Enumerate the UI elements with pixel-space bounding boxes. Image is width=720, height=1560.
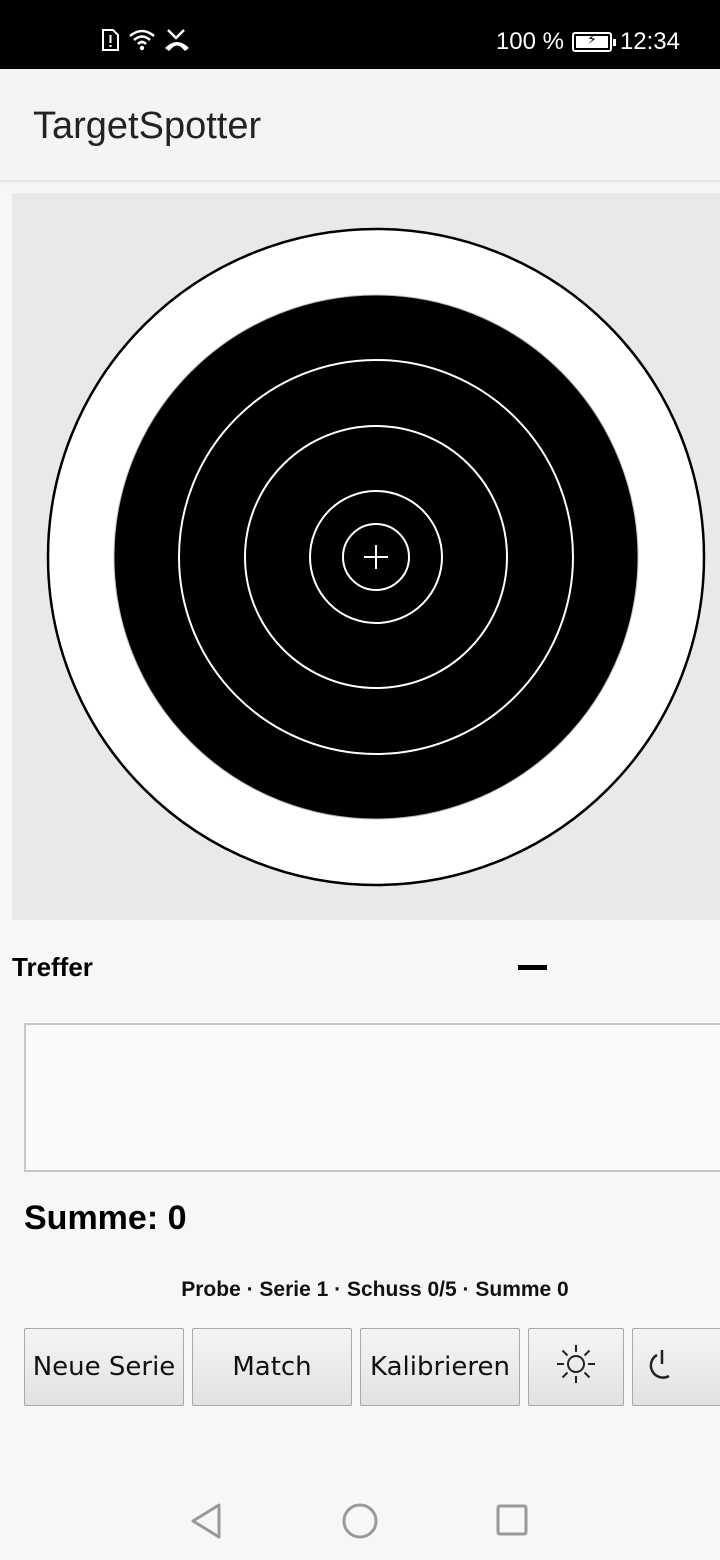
target-panel[interactable] — [12, 193, 720, 920]
sun-icon — [555, 1343, 597, 1392]
sim-alert-icon — [100, 28, 120, 57]
shooting-target[interactable] — [12, 193, 720, 920]
reset-button[interactable] — [632, 1328, 720, 1406]
back-icon[interactable] — [189, 1502, 223, 1545]
hits-list[interactable] — [24, 1023, 720, 1172]
power-reset-icon — [645, 1346, 679, 1389]
clock: 12:34 — [619, 28, 680, 55]
recents-icon[interactable] — [495, 1502, 529, 1545]
sum-label: Summe: 0 — [24, 1199, 187, 1237]
wifi-icon — [128, 28, 156, 57]
missed-call-icon — [164, 28, 190, 57]
status-icons-left — [100, 28, 190, 56]
brightness-button[interactable] — [528, 1328, 624, 1406]
app-title: TargetSpotter — [33, 105, 262, 147]
hits-empty-indicator — [518, 965, 547, 970]
navigation-bar — [0, 1480, 720, 1560]
status-bar: 100 % ⚡ 12:34 — [0, 0, 720, 69]
new-series-button[interactable]: Neue Serie — [24, 1328, 184, 1406]
battery-percent: 100 % — [495, 28, 564, 55]
screen: 100 % ⚡ 12:34 TargetSpotter Treffer Summ… — [0, 0, 720, 1560]
calibrate-button[interactable]: Kalibrieren — [360, 1328, 520, 1406]
session-status: Probe · Serie 1 · Schuss 0/5 · Summe 0 — [181, 1278, 569, 1301]
battery-charging-icon: ⚡ — [571, 31, 616, 52]
app-bar: TargetSpotter — [0, 69, 720, 181]
hits-label: Treffer — [12, 952, 93, 982]
match-button[interactable]: Match — [192, 1328, 352, 1406]
home-icon[interactable] — [342, 1502, 378, 1545]
status-icons-right: 100 % ⚡ 12:34 — [496, 28, 680, 56]
